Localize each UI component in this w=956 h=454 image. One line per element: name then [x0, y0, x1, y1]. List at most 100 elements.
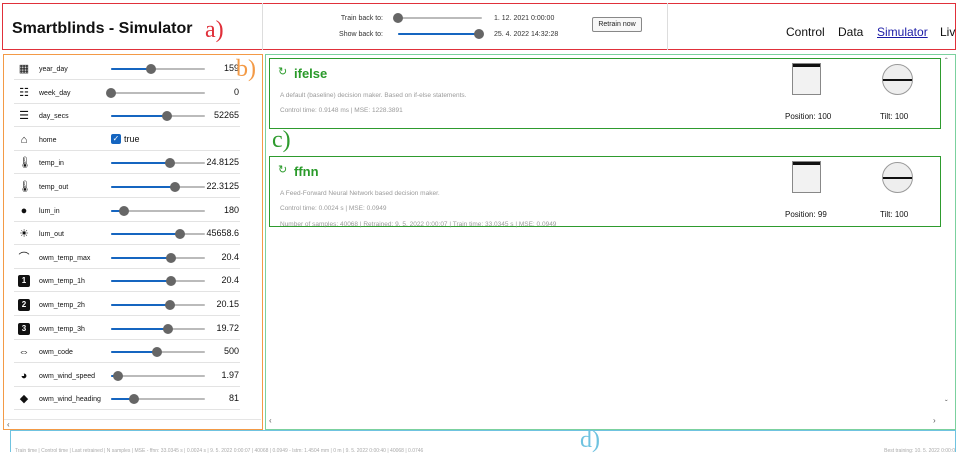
best-training-text: Best training: 10. 5. 2022 0:00:0 [884, 448, 955, 454]
feature-slider[interactable] [111, 394, 205, 405]
box-1-icon: 1 [18, 275, 30, 288]
scroll-left-icon[interactable]: ‹ [269, 416, 272, 425]
app-title: Smartblinds - Simulator [12, 20, 193, 37]
feature-value: 45658.6 [206, 228, 239, 239]
feature-slider-handle[interactable] [106, 87, 116, 98]
feature-slider-handle[interactable] [112, 370, 123, 381]
feature-slider[interactable] [111, 158, 205, 169]
feature-row: ● lum_in 180 [14, 200, 240, 222]
feature-row: ◆ owm_wind_heading 81 [14, 388, 240, 411]
feature-slider[interactable] [111, 276, 205, 287]
feature-name: week_day [39, 89, 71, 97]
feature-name: day_secs [39, 113, 69, 121]
feature-name: lum_in [39, 207, 60, 215]
position-label: Position: 99 [785, 210, 827, 219]
scroll-down-icon[interactable]: ˇ [945, 399, 948, 408]
annotation-c: c) [272, 127, 291, 153]
feature-slider[interactable] [111, 229, 205, 240]
feature-value: 0 [233, 86, 239, 97]
retrain-now-button[interactable]: Retrain now [592, 17, 642, 32]
code-icon: ⇔ [18, 346, 30, 359]
results-vertical-scrollbar[interactable]: ˆ ˇ [943, 55, 955, 427]
scroll-left-icon[interactable]: ‹ [7, 420, 10, 429]
feature-value: 1.97 [221, 369, 239, 380]
bulb-icon: ● [20, 204, 28, 217]
feature-name: owm_wind_heading [39, 396, 101, 404]
nav-control[interactable]: Control [786, 25, 825, 39]
feature-slider[interactable] [111, 64, 205, 74]
position-label: Position: 100 [785, 112, 832, 121]
model-card-ifelse: ↻ ifelse A default (baseline) decision mak… [269, 58, 941, 129]
feature-value: 52265 [213, 110, 239, 121]
train-back-slider-handle[interactable] [393, 13, 403, 23]
feature-slider-handle[interactable] [128, 394, 139, 405]
feature-row: ▦ year_day 159 [14, 58, 240, 80]
train-back-slider[interactable] [393, 13, 482, 23]
feature-panel-horizontal-scrollbar[interactable]: ‹ [4, 419, 261, 429]
results-horizontal-scrollbar[interactable]: ‹ › [266, 416, 942, 429]
model-metrics: Control time: 0.9148 ms | MSE: 1228.3891 [280, 107, 403, 114]
nav-data[interactable]: Data [838, 25, 863, 39]
feature-name: temp_out [39, 184, 69, 191]
feature-slider[interactable] [111, 347, 205, 358]
simulator-results-panel: ↻ ifelse A default (baseline) decision mak… [265, 54, 956, 430]
feature-slider-handle[interactable] [169, 182, 180, 192]
thermometer-icon: 🌡 [18, 157, 32, 170]
tilt-label: Tilt: 100 [880, 210, 909, 219]
training-summary-bar: Train time | Control time | Last retrain… [10, 430, 956, 454]
nav-live[interactable]: Liv [940, 25, 955, 39]
feature-name: owm_temp_2h [39, 302, 85, 309]
nav-simulator[interactable]: Simulator [877, 25, 928, 39]
feature-value: 81 [228, 393, 239, 404]
feature-value: 20.15 [216, 299, 239, 309]
feature-slider[interactable] [111, 323, 205, 334]
feature-slider[interactable] [106, 87, 205, 98]
feature-slider[interactable] [111, 370, 205, 381]
feature-row: ☀ lum_out 45658.6 [14, 223, 240, 246]
feature-row: 2 owm_temp_2h 20.15 [14, 294, 240, 316]
feature-slider[interactable] [111, 111, 205, 122]
refresh-icon[interactable]: ↻ [278, 65, 287, 78]
feature-row: 🌡 temp_in 24.8125 [14, 152, 240, 175]
feature-slider[interactable] [111, 205, 205, 216]
feature-slider[interactable] [111, 182, 205, 192]
feature-value: 19.72 [216, 322, 239, 333]
feature-slider-handle[interactable] [174, 229, 185, 240]
home-icon: ⌂ [20, 133, 28, 146]
blind-position-visual [792, 161, 821, 193]
feature-slider[interactable] [111, 252, 205, 263]
feature-value: 20.4 [221, 275, 239, 286]
feature-row: ☷ week_day 0 [14, 82, 240, 104]
feature-slider-handle[interactable] [166, 276, 177, 287]
model-name: ifelse [294, 66, 328, 81]
feature-slider-handle[interactable] [165, 158, 176, 169]
feature-slider-handle[interactable] [166, 252, 177, 263]
feature-slider-handle[interactable] [162, 111, 173, 122]
feature-name: owm_temp_3h [39, 325, 85, 333]
feature-name: owm_temp_max [39, 254, 91, 262]
feature-row: ⇔ owm_code 500 [14, 341, 240, 364]
feature-slider-handle[interactable] [146, 64, 157, 74]
tilt-label: Tilt: 100 [880, 112, 909, 121]
home-checkbox[interactable]: ✓ [111, 133, 121, 144]
show-back-value: 25. 4. 2022 14:32:28 [494, 31, 559, 38]
bars-icon: ☰ [19, 110, 29, 123]
show-back-slider[interactable] [398, 29, 485, 39]
scroll-right-icon[interactable]: › [933, 416, 936, 425]
compass-icon: ◆ [19, 393, 29, 406]
feature-slider-handle[interactable] [152, 347, 163, 358]
scroll-up-icon[interactable]: ˆ [945, 57, 948, 66]
refresh-icon[interactable]: ↻ [278, 163, 287, 176]
home-checkbox-label: true [124, 133, 140, 144]
feature-name: year_day [39, 66, 68, 73]
feature-slider[interactable] [111, 300, 205, 310]
feature-slider-handle[interactable] [163, 323, 174, 334]
feature-slider-handle[interactable] [119, 205, 130, 216]
model-description: A default (baseline) decision maker. Bas… [280, 92, 467, 99]
model-metrics: Control time: 0.0024 s | MSE: 0.0949 [280, 205, 387, 212]
annotation-d: d) [580, 427, 600, 453]
annotation-a: a) [205, 17, 224, 43]
feature-value: 180 [223, 204, 239, 215]
feature-row: ☰ day_secs 52265 [14, 105, 240, 128]
feature-slider-handle[interactable] [165, 300, 176, 310]
